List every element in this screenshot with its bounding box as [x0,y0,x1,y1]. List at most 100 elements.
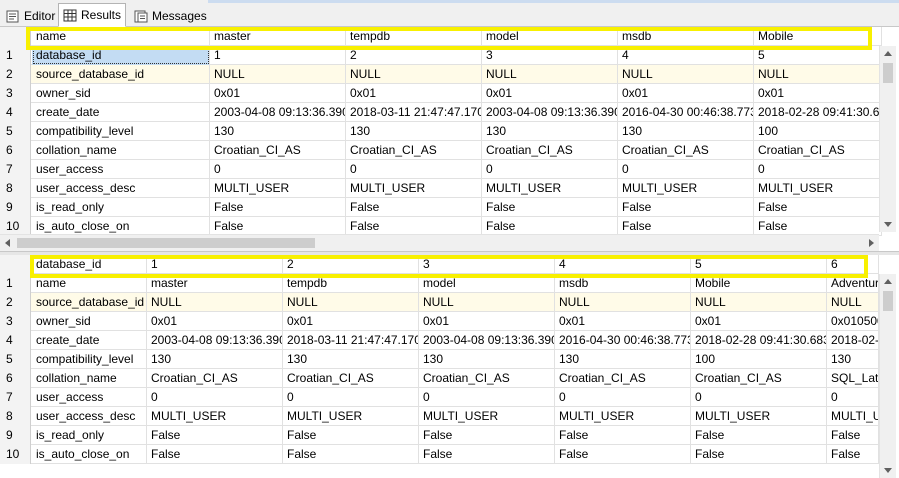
row-number[interactable]: 1 [0,46,31,65]
table-cell[interactable]: MULTI_U [827,407,879,426]
table-cell[interactable]: 0x01 [482,84,618,103]
table-cell[interactable]: master [147,274,283,293]
table-cell[interactable]: False [754,198,882,217]
table-row[interactable]: 4 create_date 2003-04-08 09:13:36.390 2018-… [0,103,882,122]
row-label-cell[interactable]: user_access_desc [32,407,147,426]
table-cell[interactable]: NULL [618,65,754,84]
row-label-cell[interactable]: database_id [32,46,210,65]
table-cell[interactable]: False [827,445,879,464]
row-number[interactable]: 5 [0,350,31,369]
results-grid-2[interactable]: database_id 1 2 3 4 5 6 1 name master tempdb model m… [0,255,899,478]
row-label-cell[interactable]: source_database_id [32,65,210,84]
table-row[interactable]: 4 create_date 2003-04-08 09:13:36.390 2018-… [0,331,879,350]
table-row[interactable]: 2 source_database_id NULL NULL NULL NULL NULL N… [0,293,879,312]
scroll-up-icon[interactable] [884,51,892,56]
table-cell[interactable]: 0x01 [283,312,419,331]
vertical-scroll-thumb[interactable] [883,63,893,83]
table-row[interactable]: 1 database_id 1 2 3 4 5 [0,46,882,65]
row-number[interactable]: 5 [0,122,31,141]
row-number[interactable]: 6 [0,369,31,388]
table-row[interactable]: 3 owner_sid 0x01 0x01 0x01 0x01 0x01 [0,84,882,103]
table-cell[interactable]: 2003-04-08 09:13:36.390 [210,103,346,122]
vertical-scrollbar[interactable] [879,274,896,478]
row-label-cell[interactable]: collation_name [32,369,147,388]
table-cell[interactable]: MULTI_USER [283,407,419,426]
table-cell[interactable]: 0x01 [555,312,691,331]
row-number[interactable]: 1 [0,274,31,293]
table-cell[interactable]: MULTI_USER [210,179,346,198]
scroll-down-icon[interactable] [884,468,892,473]
table-cell[interactable]: False [827,426,879,445]
row-number[interactable]: 2 [0,65,31,84]
table-cell[interactable]: Croatian_CI_AS [482,141,618,160]
column-header[interactable]: name [32,27,210,46]
column-header[interactable]: 3 [419,255,555,274]
table-cell[interactable]: Croatian_CI_AS [419,369,555,388]
row-label-cell[interactable]: create_date [32,331,147,350]
table-cell[interactable]: 0 [283,388,419,407]
table-cell[interactable]: NULL [210,65,346,84]
table-cell[interactable]: 2018-02-2 [827,331,879,350]
table-cell[interactable]: 0 [147,388,283,407]
table-cell[interactable]: NULL [147,293,283,312]
table-cell[interactable]: 0 [618,160,754,179]
row-number[interactable]: 10 [0,445,31,464]
row-label-cell[interactable]: is_auto_close_on [32,445,147,464]
table-cell[interactable]: 130 [827,350,879,369]
table-cell[interactable]: 130 [618,122,754,141]
row-label-cell[interactable]: create_date [32,103,210,122]
table-cell[interactable]: 0x01 [419,312,555,331]
table-cell[interactable]: 130 [419,350,555,369]
row-label-cell[interactable]: is_read_only [32,426,147,445]
table-cell[interactable]: 2016-04-30 00:46:38.773 [555,331,691,350]
table-cell[interactable]: 2018-03-11 21:47:47.170 [346,103,482,122]
table-cell[interactable]: 0x01 [754,84,882,103]
table-cell[interactable]: 2016-04-30 00:46:38.773 [618,103,754,122]
table-cell[interactable]: 130 [482,122,618,141]
table-cell[interactable]: False [419,445,555,464]
table-cell[interactable]: 0x01 [346,84,482,103]
table-cell[interactable]: msdb [555,274,691,293]
table-cell[interactable]: NULL [555,293,691,312]
table-cell[interactable]: False [691,426,827,445]
table-cell[interactable]: Croatian_CI_AS [346,141,482,160]
table-cell[interactable]: 0x01 [210,84,346,103]
row-label-cell[interactable]: is_read_only [32,198,210,217]
table-cell[interactable]: Adventur [827,274,879,293]
table-cell[interactable]: 130 [555,350,691,369]
vertical-scroll-thumb[interactable] [883,291,893,311]
row-number[interactable]: 3 [0,84,31,103]
table-cell[interactable]: False [419,426,555,445]
horizontal-scrollbar[interactable] [0,234,879,251]
table-row[interactable]: 2 source_database_id NULL NULL NULL NULL NULL [0,65,882,84]
table-cell[interactable]: 2018-02-28 09:41:30.683 [691,331,827,350]
column-header[interactable]: Mobile [754,27,882,46]
table-cell[interactable]: NULL [283,293,419,312]
table-row[interactable]: 7 user_access 0 0 0 0 0 [0,160,882,179]
column-header[interactable]: master [210,27,346,46]
table-cell[interactable]: 2 [346,46,482,65]
column-header[interactable]: msdb [618,27,754,46]
table-cell[interactable]: 100 [691,350,827,369]
table-cell[interactable]: MULTI_USER [618,179,754,198]
row-number[interactable]: 8 [0,407,31,426]
table-row[interactable]: 5 compatibility_level 130 130 130 130 100 130 [0,350,879,369]
row-number[interactable]: 2 [0,293,31,312]
row-label-cell[interactable]: user_access_desc [32,179,210,198]
table-cell[interactable]: 0 [754,160,882,179]
table-cell[interactable]: SQL_Lati [827,369,879,388]
column-header[interactable]: 1 [147,255,283,274]
table-row[interactable]: 7 user_access 0 0 0 0 0 0 [0,388,879,407]
column-header[interactable]: tempdb [346,27,482,46]
table-cell[interactable]: Croatian_CI_AS [618,141,754,160]
table-cell[interactable]: NULL [827,293,879,312]
table-cell[interactable]: 100 [754,122,882,141]
table-cell[interactable]: 5 [754,46,882,65]
table-cell[interactable]: 0x01 [691,312,827,331]
row-number[interactable]: 4 [0,103,31,122]
table-cell[interactable]: 0 [210,160,346,179]
table-cell[interactable]: 130 [210,122,346,141]
row-label-cell[interactable]: collation_name [32,141,210,160]
tab-editor[interactable]: Editor [2,5,59,27]
table-row[interactable]: 8 user_access_desc MULTI_USER MULTI_USER MUL… [0,179,882,198]
